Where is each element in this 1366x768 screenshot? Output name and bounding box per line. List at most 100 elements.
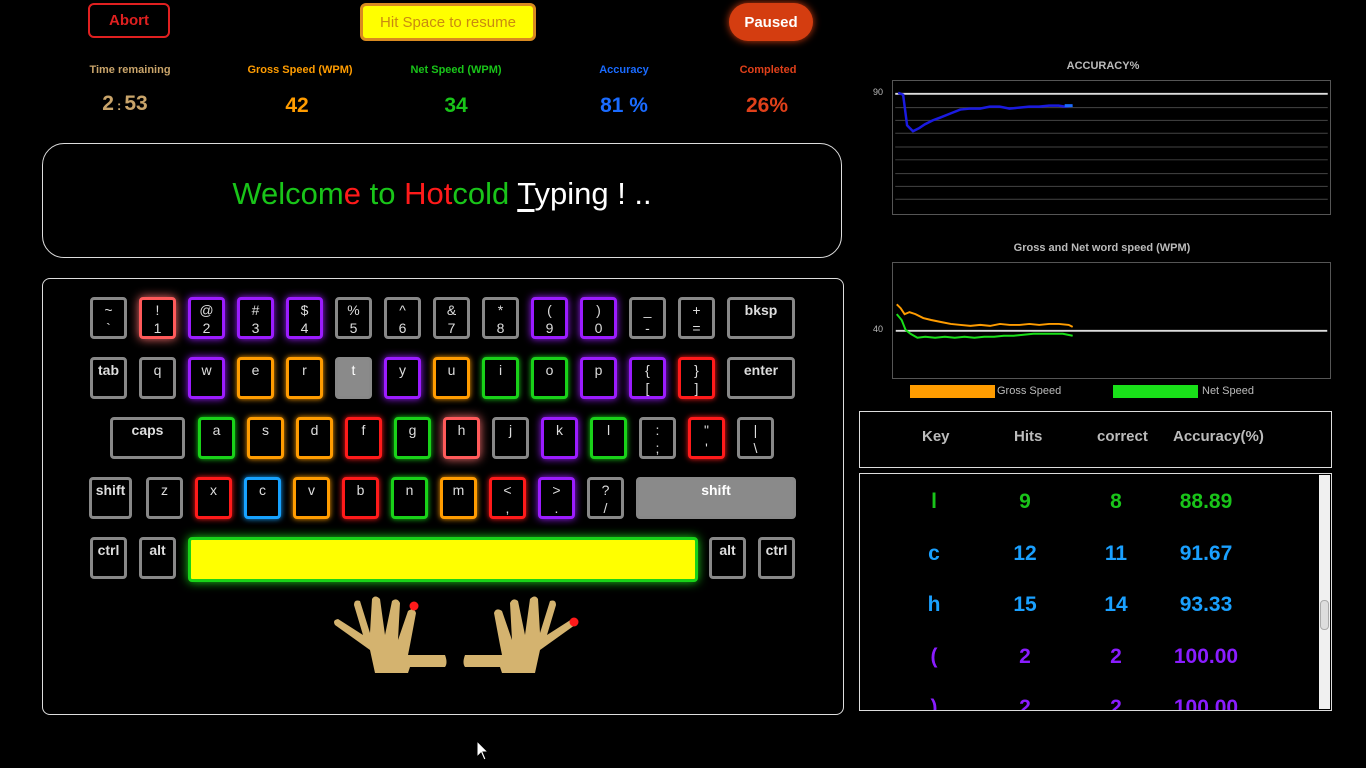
cell-key: h — [927, 593, 941, 616]
accuracy-series-line — [897, 91, 1073, 133]
key-w[interactable]: w — [188, 357, 225, 399]
key--[interactable]: _ - — [629, 297, 666, 339]
key-i[interactable]: i — [482, 357, 519, 399]
scrollbar-thumb[interactable] — [1320, 600, 1329, 630]
key-b[interactable]: b — [342, 477, 379, 519]
speed-chart — [892, 262, 1331, 379]
error-segment: Hot — [404, 176, 453, 211]
left-ctrl-key[interactable]: ctrl — [90, 537, 127, 579]
key-[[interactable]: {[ — [629, 357, 666, 399]
key-n[interactable]: n — [391, 477, 428, 519]
key-y[interactable]: y — [384, 357, 421, 399]
cell-acc: 93.33 — [1179, 593, 1233, 616]
speed-y-tick: 40 — [873, 324, 884, 334]
accuracy-value: 81 % — [600, 94, 648, 117]
column-header-key: Key — [922, 428, 950, 445]
right-alt-key[interactable]: alt — [709, 537, 746, 579]
gross-speed-value: 42 — [285, 94, 309, 117]
key-1[interactable]: ! 1 — [139, 297, 176, 339]
table-row[interactable]: l 9 8 88.89 — [860, 482, 1320, 532]
resume-button[interactable]: Hit Space to resume — [360, 3, 536, 41]
key-d[interactable]: d — [296, 417, 333, 459]
left-shift-key[interactable]: shift — [89, 477, 132, 519]
accuracy-label: Accuracy — [599, 64, 649, 76]
key-v[interactable]: v — [293, 477, 330, 519]
key-9[interactable]: (9 — [531, 297, 568, 339]
table-scrollbar[interactable] — [1319, 475, 1330, 709]
typed-segment: to — [360, 176, 405, 211]
key-\[interactable]: | \ — [737, 417, 774, 459]
key-s[interactable]: s — [247, 417, 284, 459]
cell-correct: 2 — [1110, 696, 1122, 711]
enter-key[interactable]: enter — [727, 357, 795, 399]
key-][interactable]: }] — [678, 357, 715, 399]
key-4[interactable]: $4 — [286, 297, 323, 339]
tab-key[interactable]: tab — [90, 357, 127, 399]
cell-acc: 100.00 — [1173, 644, 1239, 668]
key-3[interactable]: #3 — [237, 297, 274, 339]
key-;[interactable]: :; — [639, 417, 676, 459]
key-x[interactable]: x — [195, 477, 232, 519]
key-/[interactable]: ? / — [587, 477, 624, 519]
key-a[interactable]: a — [198, 417, 235, 459]
key-o[interactable]: o — [531, 357, 568, 399]
key-f[interactable]: f — [345, 417, 382, 459]
table-row[interactable]: (2 2 100.00 — [860, 637, 1320, 687]
cell-correct: 2 — [1110, 644, 1122, 668]
spacebar-key[interactable] — [188, 537, 698, 582]
cell-correct: 14 — [1104, 593, 1128, 616]
abort-button[interactable]: Abort — [88, 3, 170, 38]
key-j[interactable]: j — [492, 417, 529, 459]
table-row[interactable]: c 12 11 91.67 — [860, 534, 1320, 584]
completed-label: Completed — [739, 64, 797, 76]
cell-key: l — [931, 490, 937, 513]
key-u[interactable]: u — [433, 357, 470, 399]
cell-hits: 15 — [1013, 593, 1037, 616]
key-0[interactable]: ) 0 — [580, 297, 617, 339]
cell-hits: 9 — [1019, 490, 1031, 513]
table-row[interactable]: ) 2 2 100.00 — [860, 688, 1320, 711]
caps-key[interactable]: caps — [110, 417, 185, 459]
backspace-key[interactable]: bksp — [727, 297, 795, 339]
cell-key: ) — [930, 696, 938, 711]
net-speed-legend-label: Net Speed — [1202, 385, 1254, 397]
key-8[interactable]: * 8 — [482, 297, 519, 339]
key-l[interactable]: l — [590, 417, 627, 459]
accuracy-y-tick: 90 — [873, 87, 884, 97]
right-ctrl-key[interactable]: ctrl — [758, 537, 795, 579]
key-6[interactable]: ^ 6 — [384, 297, 421, 339]
key-q[interactable]: q — [139, 357, 176, 399]
key-k[interactable]: k — [541, 417, 578, 459]
cell-correct: 8 — [1110, 490, 1122, 513]
key-7[interactable]: & 7 — [433, 297, 470, 339]
left-hand-icon — [334, 596, 447, 673]
error-segment: e — [343, 176, 361, 211]
key-c[interactable]: c — [244, 477, 281, 519]
cell-hits: 2 — [1019, 644, 1031, 668]
key-`[interactable]: ~ ` — [90, 297, 127, 339]
key-p[interactable]: p — [580, 357, 617, 399]
right-shift-key[interactable]: shift — [636, 477, 796, 519]
hands-illustration — [334, 596, 579, 673]
key-e[interactable]: e — [237, 357, 274, 399]
key-h[interactable]: h — [443, 417, 480, 459]
key-stats-table[interactable]: l 9 8 88.89 c 12 11 91.67 h 15 14 93.33 (2 2 100.00) 2 2… — [859, 473, 1332, 711]
typed-segment: cold — [452, 176, 518, 211]
key-,[interactable]: <, — [489, 477, 526, 519]
table-row[interactable]: h 15 14 93.33 — [860, 585, 1320, 635]
key-m[interactable]: m — [440, 477, 477, 519]
key-g[interactable]: g — [394, 417, 431, 459]
paused-status-button[interactable]: Paused — [729, 3, 813, 41]
net-speed-value: 34 — [444, 94, 468, 117]
key-r[interactable]: r — [286, 357, 323, 399]
key-.[interactable]: >. — [538, 477, 575, 519]
left-alt-key[interactable]: alt — [139, 537, 176, 579]
key-t[interactable]: t — [335, 357, 372, 399]
accuracy-chart-title: ACCURACY% — [1066, 60, 1140, 72]
key-=[interactable]: + = — [678, 297, 715, 339]
typing-text-panel: Welcome to Hotcold Typing ! .. — [42, 143, 842, 258]
key-5[interactable]: % 5 — [335, 297, 372, 339]
key-z[interactable]: z — [146, 477, 183, 519]
key-2[interactable]: @2 — [188, 297, 225, 339]
key-'[interactable]: " ' — [688, 417, 725, 459]
